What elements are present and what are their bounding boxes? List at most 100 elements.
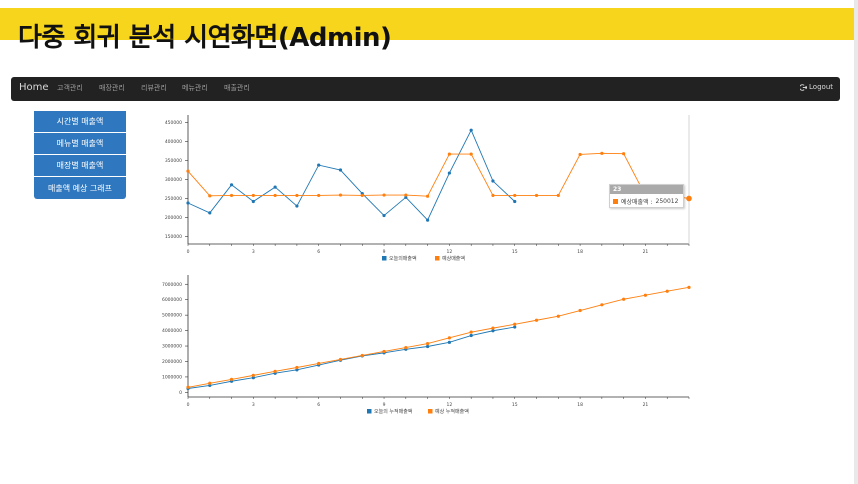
y-tick-label: 450000 xyxy=(165,120,182,126)
cumulative-sales-chart: 0 1000000 2000000 3000000 4000000 5000000 6000… xyxy=(150,270,700,422)
data-point xyxy=(186,385,190,389)
data-point xyxy=(208,211,212,215)
nav-item-sales[interactable]: 매출관리 xyxy=(224,83,250,93)
nav-item-customers[interactable]: 고객관리 xyxy=(57,83,83,93)
data-point xyxy=(251,373,255,377)
x-tick-label: 3 xyxy=(252,249,255,255)
data-point xyxy=(491,326,495,330)
y-tick-label: 5000000 xyxy=(162,313,182,319)
data-point xyxy=(600,303,604,307)
legend-swatch xyxy=(382,256,387,261)
x-tick-label: 21 xyxy=(643,249,649,255)
data-point xyxy=(360,353,364,358)
x-tick-label: 12 xyxy=(447,402,453,408)
nav-home-link[interactable]: Home xyxy=(19,82,49,93)
y-tick-label: 0 xyxy=(179,390,182,396)
data-point xyxy=(513,322,517,326)
data-point xyxy=(491,179,495,183)
tooltip-label: 예상매출액 : xyxy=(621,199,653,206)
data-point xyxy=(382,193,386,197)
data-point xyxy=(229,193,234,198)
data-point xyxy=(317,163,321,167)
x-tick-label: 12 xyxy=(447,249,453,255)
data-point xyxy=(360,193,364,198)
tooltip-value: 250012 xyxy=(655,198,679,205)
x-tick-label: 6 xyxy=(317,249,320,255)
top-navbar: Home 고객관리 매장관리 리뷰관리 메뉴관리 매출관리 Logout xyxy=(11,77,840,101)
data-point xyxy=(622,152,626,156)
x-tick-label: 0 xyxy=(187,402,190,408)
data-point xyxy=(426,344,430,349)
data-point xyxy=(643,293,648,297)
data-point xyxy=(469,152,473,156)
sidebar-item-sales-forecast[interactable]: 매출액 예상 그래프 xyxy=(34,177,126,199)
y-tick-label: 1000000 xyxy=(162,374,182,380)
y-tick-label: 4000000 xyxy=(162,328,182,334)
data-point xyxy=(229,377,234,381)
data-point xyxy=(295,204,299,208)
x-tick-label: 6 xyxy=(317,402,320,408)
y-tick-label: 3000000 xyxy=(162,344,182,350)
sidebar-item-menu-sales[interactable]: 메뉴별 매출액 xyxy=(34,133,126,155)
tooltip-header: 23 xyxy=(610,185,683,194)
sidebar-item-hourly-sales[interactable]: 시간별 매출액 xyxy=(34,111,126,133)
legend-label: 오늘의 누적매출액 xyxy=(374,408,413,415)
legend-swatch xyxy=(367,409,372,414)
data-point xyxy=(513,193,517,198)
data-point xyxy=(447,152,451,156)
y-tick-label: 250000 xyxy=(165,196,182,202)
legend-label: 예상 누적매출액 xyxy=(435,408,469,415)
data-point xyxy=(687,285,691,289)
data-point xyxy=(404,193,408,197)
y-tick-label: 2000000 xyxy=(162,359,182,365)
data-point xyxy=(426,194,430,198)
y-tick-label: 200000 xyxy=(165,215,182,221)
series-line-1 xyxy=(187,286,690,388)
data-point xyxy=(686,195,692,202)
nav-item-reviews[interactable]: 리뷰관리 xyxy=(141,83,167,93)
data-point xyxy=(578,152,582,157)
data-point xyxy=(208,194,212,198)
data-point xyxy=(578,308,582,313)
tooltip-swatch xyxy=(613,199,618,204)
x-tick-label: 15 xyxy=(512,402,518,408)
x-tick-label: 21 xyxy=(643,402,649,408)
data-point xyxy=(338,193,343,197)
y-tick-label: 300000 xyxy=(165,177,182,183)
data-point xyxy=(534,318,539,322)
data-point xyxy=(295,365,299,370)
legend-swatch xyxy=(428,409,433,414)
x-tick-label: 0 xyxy=(187,249,190,255)
x-tick-label: 3 xyxy=(252,402,255,408)
data-point xyxy=(317,193,321,198)
nav-item-stores[interactable]: 매장관리 xyxy=(99,83,125,93)
data-point xyxy=(186,201,190,205)
data-point xyxy=(491,193,495,198)
data-point xyxy=(469,330,473,334)
page-title: 다중 회귀 분석 시연화면(Admin) xyxy=(18,23,392,53)
y-tick-label: 7000000 xyxy=(162,282,182,288)
y-tick-label: 350000 xyxy=(165,158,182,164)
data-point xyxy=(251,199,255,204)
data-point xyxy=(382,213,386,218)
legend-label: 예상매출액 xyxy=(442,255,465,262)
chart-tooltip: 23 예상매출액 : 250012 xyxy=(609,184,684,208)
data-point xyxy=(513,325,517,329)
sidebar-item-store-sales[interactable]: 매장별 매출액 xyxy=(34,155,126,177)
data-point xyxy=(251,193,255,198)
logout-link[interactable]: Logout xyxy=(800,83,833,91)
legend-swatch xyxy=(435,256,440,261)
x-tick-label: 18 xyxy=(577,249,583,255)
data-point xyxy=(229,183,234,187)
data-point xyxy=(404,345,408,350)
data-point xyxy=(338,357,343,362)
x-tick-label: 15 xyxy=(512,249,518,255)
data-point xyxy=(208,381,212,385)
data-point xyxy=(447,336,451,340)
data-point xyxy=(273,193,277,198)
nav-item-menus[interactable]: 메뉴관리 xyxy=(182,83,208,93)
series-line-0 xyxy=(187,129,516,221)
logout-label: Logout xyxy=(809,83,833,91)
x-tick-label: 9 xyxy=(383,402,386,408)
sidebar-menu: 시간별 매출액 메뉴별 매출액 매장별 매출액 매출액 예상 그래프 xyxy=(34,111,126,199)
